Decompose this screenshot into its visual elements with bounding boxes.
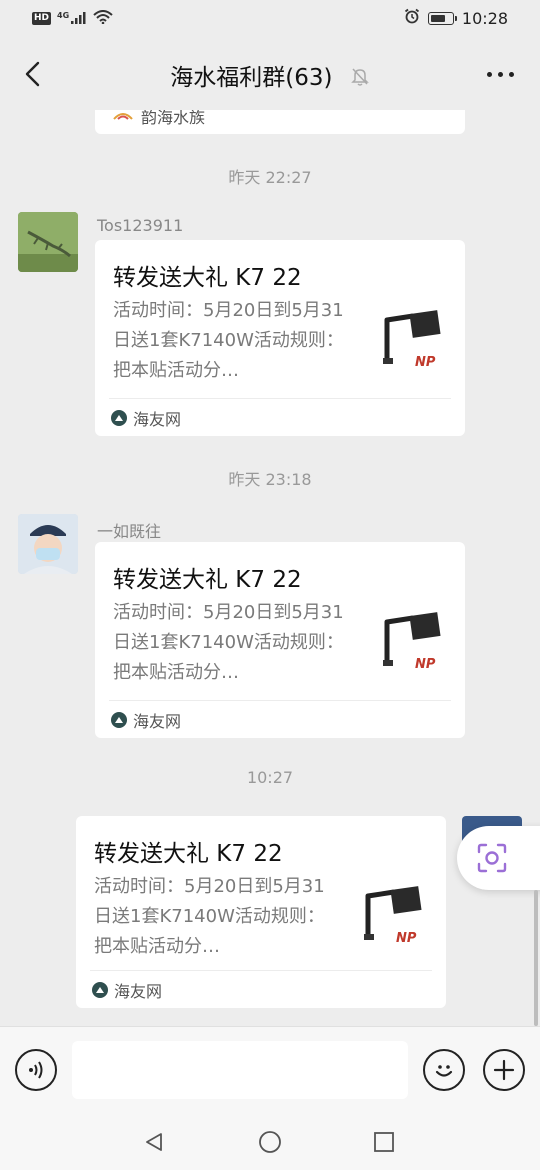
aquarium-light-image: NP [383, 310, 441, 370]
card-divider [109, 700, 451, 701]
alarm-icon [404, 8, 420, 28]
sender-name: 一如既往 [97, 522, 162, 541]
more-functions-button[interactable] [483, 1049, 525, 1091]
card-description: 活动时间：5月20日到5月31日送1套K7140W活动规则：把本贴活动分… [94, 876, 325, 957]
link-card[interactable]: 转发送大礼 K7 22 活动时间：5月20日到5月31日送1套K7140W活动规… [76, 816, 446, 1008]
avatar-child-image [18, 514, 78, 574]
hd-badge: HD [32, 12, 52, 25]
card-thumbnail: NP [377, 606, 443, 678]
card-title: 转发送大礼 K7 22 [113, 265, 302, 291]
avatar[interactable] [18, 212, 78, 272]
input-bar [0, 1026, 540, 1114]
emoji-button[interactable] [423, 1049, 465, 1091]
more-icon-dot [486, 71, 492, 77]
card-source: 海友网 [92, 978, 162, 1002]
card-source-name: 韵海水族 [141, 110, 206, 127]
card-source-name: 海友网 [133, 410, 182, 429]
more-icon-dot [508, 71, 514, 77]
card-source-name: 海友网 [133, 712, 182, 731]
signal-icon [71, 9, 87, 28]
wifi-icon [93, 9, 113, 28]
card-source: 海友网 [111, 708, 181, 732]
chat-title: 海水福利群(63) [170, 65, 333, 91]
card-divider [90, 970, 432, 971]
system-nav-bar [0, 1114, 540, 1170]
card-source: 海友网 [111, 406, 181, 430]
voice-button[interactable] [15, 1049, 57, 1091]
aquarium-light-image: NP [383, 612, 441, 672]
card-title: 转发送大礼 K7 22 [113, 567, 302, 593]
timestamp: 10:27 [246, 768, 294, 787]
status-time: 10:28 [461, 8, 508, 28]
chat-header: 海水福利群(63) [0, 38, 540, 110]
message-input[interactable] [72, 1041, 408, 1099]
brand-logo: NP [415, 355, 436, 370]
avatar-lizard-image [18, 212, 78, 272]
haiyouwang-icon [111, 712, 127, 728]
voice-icon [29, 1061, 43, 1079]
nav-home-button[interactable] [255, 1127, 285, 1157]
scan-float-button[interactable] [457, 826, 540, 890]
timestamp: 昨天 22:27 [228, 168, 312, 187]
nav-recents-button[interactable] [369, 1127, 399, 1157]
card-thumbnail: NP [377, 304, 443, 376]
battery-fill [430, 14, 445, 22]
status-left: HD 4G [32, 9, 113, 28]
card-source-name: 海友网 [114, 982, 163, 1001]
circle-home-icon [259, 1131, 281, 1153]
more-icon-dot [497, 71, 503, 77]
emoji-icon [435, 1065, 453, 1077]
card-source: 韵海水族 [113, 110, 205, 128]
plus-icon [493, 1059, 515, 1081]
status-bar: HD 4G 10:28 [0, 0, 540, 38]
source-logo-icon [113, 113, 133, 120]
link-card[interactable]: 转发送大礼 K7 22 活动时间：5月20日到5月31日送1套K7140W活动规… [95, 542, 465, 738]
battery-icon [427, 11, 457, 25]
brand-logo: NP [396, 931, 417, 946]
scrollbar[interactable] [534, 890, 538, 1026]
link-card[interactable]: 转发送大礼 K7 22 活动时间：5月20日到5月31日送1套K7140W活动规… [95, 240, 465, 436]
status-right: 10:28 [404, 8, 508, 28]
timestamp: 昨天 23:18 [228, 470, 312, 489]
haiyouwang-icon [111, 410, 127, 426]
brand-logo: NP [415, 657, 436, 672]
sender-name: Tos123911 [97, 216, 184, 235]
nav-back-button[interactable] [139, 1127, 169, 1157]
card-divider [109, 398, 451, 399]
chat-title-wrap: 海水福利群(63) [0, 58, 540, 92]
card-description: 活动时间：5月20日到5月31日送1套K7140W活动规则：把本贴活动分… [113, 602, 344, 683]
chat-area[interactable]: 韵海水族 昨天 22:27 Tos123911 转发送大礼 K7 22 活动时间… [0, 110, 540, 1026]
card-thumbnail: NP [358, 880, 424, 952]
haiyouwang-icon [92, 982, 108, 998]
more-button[interactable] [482, 66, 518, 82]
aquarium-light-image: NP [364, 886, 422, 946]
previous-link-card[interactable]: 韵海水族 [95, 110, 465, 134]
card-title: 转发送大礼 K7 22 [94, 841, 283, 867]
bell-off-icon [350, 66, 370, 92]
network-type: 4G [57, 11, 70, 20]
triangle-back-icon [146, 1133, 162, 1151]
avatar[interactable] [18, 514, 78, 574]
scan-icon [477, 843, 507, 873]
square-recents-icon [374, 1132, 394, 1152]
card-description: 活动时间：5月20日到5月31日送1套K7140W活动规则：把本贴活动分… [113, 300, 344, 381]
